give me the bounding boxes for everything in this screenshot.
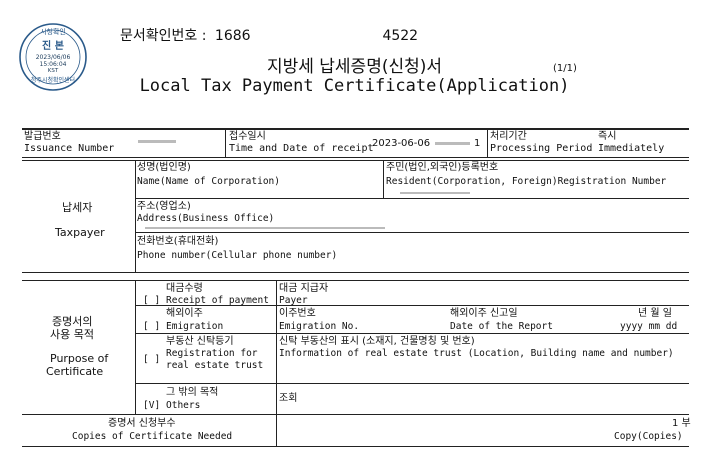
purpose-row3-item-ko: 부동산 신탁등기 — [166, 336, 234, 347]
purpose-row4-item-en: Others — [166, 400, 201, 411]
purpose-row3-item-en-2: real estate trust — [166, 360, 264, 371]
confirm-number-2: 4522 — [382, 28, 419, 44]
purpose-row3-item-en-1: Registration for — [166, 348, 258, 359]
purpose-row3-checkbox[interactable]: [ ] — [143, 354, 160, 366]
report-date-label-ko: 해외이주 신고일 — [450, 308, 518, 319]
resident-label-en: Resident(Corporation, Foreign)Registrati… — [386, 176, 667, 187]
copies-label-en: Copies of Certificate Needed — [72, 431, 233, 442]
purpose-label-ko-1: 증명서의 — [52, 315, 93, 328]
purpose-row2-checkbox[interactable]: [ ] — [143, 321, 160, 333]
confirm-number: 문서확인번호 : 1686 4522 — [120, 25, 422, 45]
report-date-label-en: Date of the Report — [450, 321, 553, 332]
period-value-ko: 즉시 — [598, 131, 617, 142]
taxpayer-label-en: Taxpayer — [55, 226, 105, 239]
purpose-row1-checkbox[interactable]: [ ] — [143, 295, 160, 307]
taxpayer-label-ko: 납세자 — [62, 201, 93, 214]
purpose-row4-item-ko: 그 밖의 목적 — [166, 387, 219, 398]
date-format-en: yyyy mm dd — [620, 321, 678, 332]
receipt-label-en: Time and Date of receipt — [229, 143, 374, 154]
purpose-row1-info-en: Payer — [279, 295, 308, 306]
receipt-label-ko: 접수일시 — [229, 131, 266, 142]
phone-label-en: Phone number(Cellular phone number) — [137, 250, 338, 261]
purpose-row2-info-ko: 이주번호 — [279, 308, 316, 319]
purpose-row1-item-en: Receipt of payment — [166, 295, 269, 306]
seal-top-text: 시청확인 — [40, 27, 66, 36]
date-format-ko: 년 월 일 — [638, 308, 672, 319]
copies-value-ko: 1 부 — [672, 418, 691, 429]
resident-label-ko: 주민(법인,외국인)등록번호 — [386, 162, 499, 173]
seal-center-label: 진 본 — [42, 39, 64, 52]
address-label-ko: 주소(영업소) — [137, 201, 191, 212]
redacted-issuance — [138, 140, 176, 143]
issuance-label-ko: 발급번호 — [24, 131, 61, 142]
period-label-en: Processing Period — [490, 143, 593, 154]
title-korean: 지방세 납세증명(신청)서 — [266, 57, 443, 77]
address-label-en: Address(Business Office) — [137, 213, 275, 224]
phone-label-ko: 전화번호(휴대전화) — [137, 236, 219, 247]
period-value-en: Immediately — [598, 143, 665, 154]
purpose-row2-info-en: Emigration No. — [279, 321, 360, 332]
name-label-en: Name(Name of Corporation) — [137, 176, 280, 187]
purpose-row4-checkbox[interactable]: [V] — [143, 400, 160, 412]
purpose-label-ko-2: 사용 목적 — [50, 328, 94, 341]
purpose-row2-item-en: Emigration — [166, 321, 224, 332]
purpose-row4-info-ko: 조회 — [279, 393, 298, 404]
confirm-label: 문서확인번호 : — [120, 28, 207, 44]
receipt-date: 2023-06-06 — [372, 138, 431, 149]
purpose-row1-item-ko: 대금수령 — [166, 283, 203, 294]
name-label-ko: 성명(법인명) — [137, 162, 191, 173]
title-english: Local Tax Payment Certificate(Applicatio… — [139, 76, 570, 96]
issuance-label-en: Issuance Number — [24, 143, 115, 154]
purpose-row1-info-ko: 대금 지급자 — [279, 283, 329, 294]
redacted-address — [145, 227, 385, 229]
copies-label-ko: 증명서 신청부수 — [108, 418, 176, 429]
purpose-row3-info-en: Information of real estate trust (Locati… — [279, 348, 674, 359]
period-label-ko: 처리기간 — [490, 131, 527, 142]
purpose-label-en-1: Purpose of — [50, 352, 109, 365]
purpose-row2-item-ko: 해외이주 — [166, 308, 203, 319]
receipt-seq: 1 — [474, 138, 481, 149]
page-number: (1/1) — [553, 63, 577, 74]
confirm-number-1: 1686 — [214, 28, 251, 44]
purpose-row3-info-ko: 신탁 부동산의 표시 (소재지, 건물명칭 및 번호) — [279, 336, 475, 347]
redacted-resident-number — [400, 192, 470, 194]
redacted-receipt-time — [435, 142, 470, 145]
purpose-label-en-2: Certificate — [46, 365, 104, 378]
copies-value-en: Copy(Copies) — [614, 431, 683, 442]
